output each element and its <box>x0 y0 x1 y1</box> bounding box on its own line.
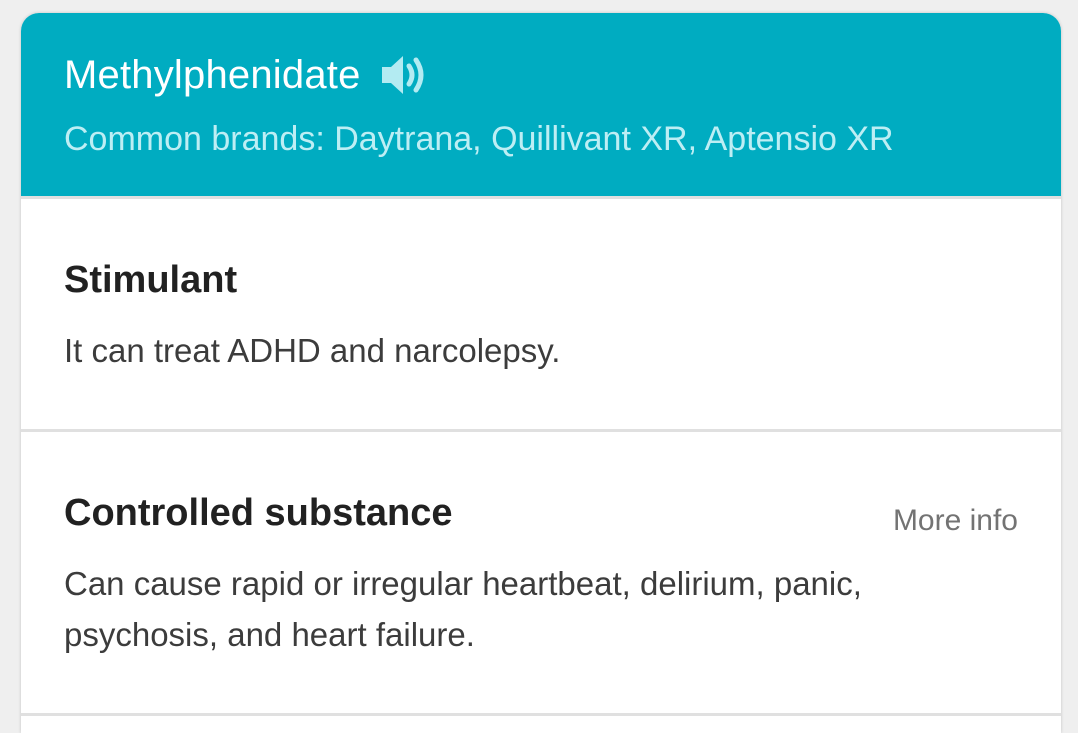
drug-info-card: Methylphenidate Common brands: Daytrana,… <box>21 13 1061 733</box>
section-stimulant: Stimulant It can treat ADHD and narcolep… <box>21 199 1061 429</box>
card-header: Methylphenidate Common brands: Daytrana,… <box>21 13 1061 196</box>
section-title: Stimulant <box>64 259 238 301</box>
section-controlled-substance: Controlled substance More info Can cause… <box>21 432 1061 717</box>
section-title: Controlled substance <box>64 492 453 534</box>
title-row: Methylphenidate <box>64 51 429 99</box>
more-info-link[interactable]: More info <box>893 503 1018 539</box>
section-text: Can cause rapid or irregular heartbeat, … <box>64 565 862 653</box>
speaker-icon[interactable] <box>379 52 429 98</box>
common-brands: Common brands: Daytrana, Quillivant XR, … <box>64 120 894 158</box>
drug-name: Methylphenidate <box>64 53 361 97</box>
section-text: It can treat ADHD and narcolepsy. <box>64 332 561 369</box>
divider <box>21 713 1061 716</box>
